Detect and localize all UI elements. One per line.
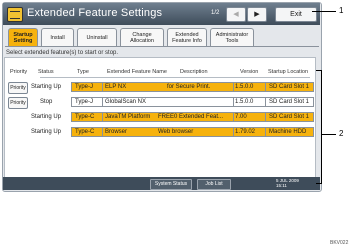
row-status: Stop <box>40 99 53 105</box>
cell-divider <box>102 128 103 136</box>
cell-divider <box>265 83 266 91</box>
column-header-status: Status <box>38 69 54 75</box>
column-header-description: Description <box>180 69 208 75</box>
row-version: 1.5.0.0 <box>235 99 254 105</box>
tab-administrator-tools[interactable]: Administrator Tools <box>210 28 254 46</box>
row-startup-location: SD Card Slot 1 <box>269 84 310 90</box>
job-list-button[interactable]: Job List <box>197 179 231 190</box>
tab-change-allocation[interactable]: Change Allocation <box>120 28 164 46</box>
column-header-startup-location: Startup Location <box>268 69 309 75</box>
exit-button[interactable]: Exit <box>275 7 317 22</box>
previous-page-button[interactable]: ◀ <box>226 7 246 22</box>
tab-uninstall[interactable]: Uninstall <box>77 28 117 46</box>
row-description: FREE0 Extended Feat... <box>158 114 224 120</box>
row-status: Starting Up <box>31 114 62 120</box>
row-startup-location: Machine HDD <box>269 129 307 135</box>
priority-button[interactable]: Priority <box>8 82 28 94</box>
header-divider <box>40 77 310 78</box>
tab-startup-setting[interactable]: Startup Setting <box>8 28 38 47</box>
callout-leader-1 <box>312 11 336 12</box>
column-header-version: Version <box>240 69 259 75</box>
next-page-button[interactable]: ▶ <box>247 7 267 22</box>
row-version: 1.79.02 <box>235 129 256 135</box>
column-header-priority: Priority <box>10 69 28 75</box>
callout-number-1: 1 <box>339 6 344 15</box>
system-status-button[interactable]: System Status <box>150 179 192 190</box>
instruction-text: Select extended feature(s) to start or s… <box>6 50 119 56</box>
callout-number-2: 2 <box>339 129 344 138</box>
cell-divider <box>265 98 266 106</box>
tab-divider <box>5 46 319 47</box>
callout-bracket-top <box>316 70 322 71</box>
cell-divider <box>233 128 234 136</box>
row-type: Type-C <box>75 129 95 135</box>
row-description: for Secure Print. <box>167 84 211 90</box>
table-row[interactable]: Type-C Browser Web browser 1.79.02 Machi… <box>71 127 314 137</box>
table-row[interactable]: Type-J GlobalScan NX 1.5.0.0 SD Card Slo… <box>71 97 314 107</box>
page-indicator: 1/2 <box>211 10 220 16</box>
figure-code: BKV022 <box>330 240 349 246</box>
row-description: Web browser <box>158 129 194 135</box>
priority-button[interactable]: Priority <box>8 97 28 109</box>
row-feature-name: ELP NX <box>105 84 127 90</box>
column-header-feature-name: Extended Feature Name <box>107 69 167 75</box>
row-status: Starting Up <box>31 84 62 90</box>
row-feature-name: GlobalScan NX <box>105 99 147 105</box>
cell-divider <box>102 83 103 91</box>
window-title: Extended Feature Settings <box>27 7 163 19</box>
date-time-display: 5 JUL 2009 15:11 <box>276 178 299 188</box>
column-header-type: Type <box>77 69 89 75</box>
callout-bracket-bottom <box>316 183 322 184</box>
callout-bracket-2 <box>321 70 322 183</box>
row-version: 1.5.0.0 <box>235 84 254 90</box>
cell-divider <box>102 113 103 121</box>
cell-divider <box>265 128 266 136</box>
row-feature-name: Browser <box>105 129 128 135</box>
row-type: Type-C <box>75 114 95 120</box>
cell-divider <box>233 83 234 91</box>
cell-divider <box>233 113 234 121</box>
row-version: 7.00 <box>235 114 247 120</box>
row-type: Type-J <box>75 99 94 105</box>
title-bar: Extended Feature Settings 1/2 ◀ ▶ Exit <box>3 3 320 25</box>
table-row[interactable]: Type-C JavaTM Platform FREE0 Extended Fe… <box>71 112 314 122</box>
tab-install[interactable]: Install <box>41 28 74 46</box>
callout-leader-2 <box>322 134 336 135</box>
tab-extended-feature-info[interactable]: Extended Feature Info <box>167 28 207 46</box>
cell-divider <box>233 98 234 106</box>
extended-feature-settings-icon <box>7 7 23 22</box>
table-row[interactable]: Type-J ELP NX for Secure Print. 1.5.0.0 … <box>71 82 314 92</box>
row-startup-location: SD Card Slot 1 <box>269 99 310 105</box>
row-feature-name: JavaTM Platform <box>105 114 151 120</box>
row-startup-location: SD Card Slot 1 <box>269 114 310 120</box>
cell-divider <box>102 98 103 106</box>
row-type: Type-J <box>75 84 94 90</box>
cell-divider <box>265 113 266 121</box>
row-status: Starting Up <box>31 129 62 135</box>
